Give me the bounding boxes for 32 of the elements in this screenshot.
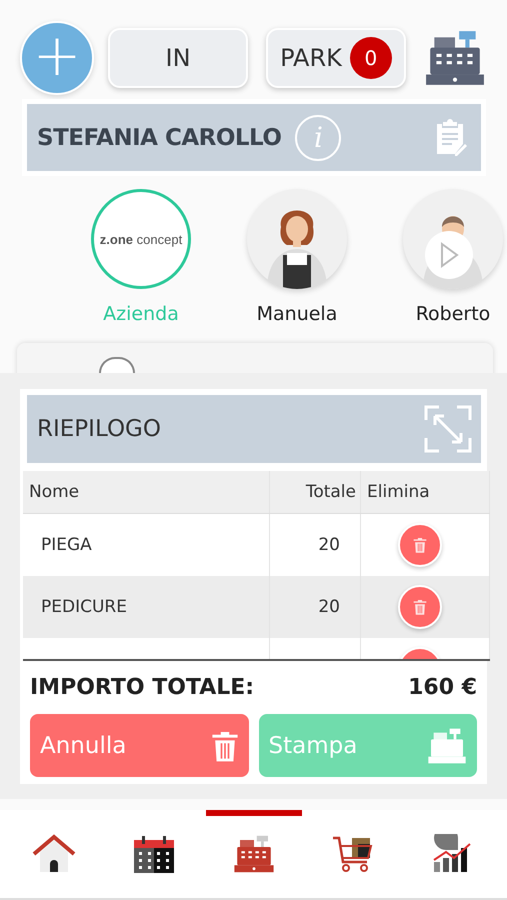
print-button[interactable]: Stampa	[258, 714, 477, 777]
column-header: Totale	[270, 471, 361, 513]
cancel-button[interactable]: Annulla	[30, 714, 248, 777]
table-cell: 20	[270, 576, 361, 638]
summary-title: RIEPILOGO	[37, 416, 161, 442]
trash-icon	[413, 536, 427, 554]
cash-register-icon	[232, 833, 276, 875]
delete-button[interactable]	[398, 585, 442, 629]
play-button[interactable]	[425, 231, 473, 279]
delete-button[interactable]	[398, 523, 442, 567]
radio-button[interactable]	[99, 357, 135, 373]
park-button[interactable]: PARK 0	[266, 28, 406, 88]
table-cell: PEDICURE	[23, 576, 270, 638]
operator-name: Azienda	[103, 303, 179, 325]
total-label: IMPORTO TOTALE:	[30, 675, 254, 700]
trash-icon	[413, 598, 427, 616]
column-header: Nome	[23, 471, 270, 513]
customer-name: STEFANIA CAROLLO	[37, 124, 282, 150]
home-icon	[32, 834, 76, 874]
calendar-icon	[132, 834, 175, 874]
column-header: Elimina	[361, 471, 490, 513]
operator-name: Roberto	[416, 303, 490, 325]
add-button[interactable]: +	[20, 21, 94, 95]
logo-avatar[interactable]: z.one concept	[91, 189, 191, 289]
in-button[interactable]: IN	[108, 28, 248, 88]
cart-icon	[332, 834, 374, 874]
play-icon	[438, 241, 460, 269]
count-badge: 0	[350, 37, 392, 79]
total-value: 160 €	[408, 675, 477, 700]
operator-name: Manuela	[256, 303, 338, 325]
company-logo: z.one concept	[100, 232, 182, 246]
cash-register-icon	[427, 726, 467, 766]
